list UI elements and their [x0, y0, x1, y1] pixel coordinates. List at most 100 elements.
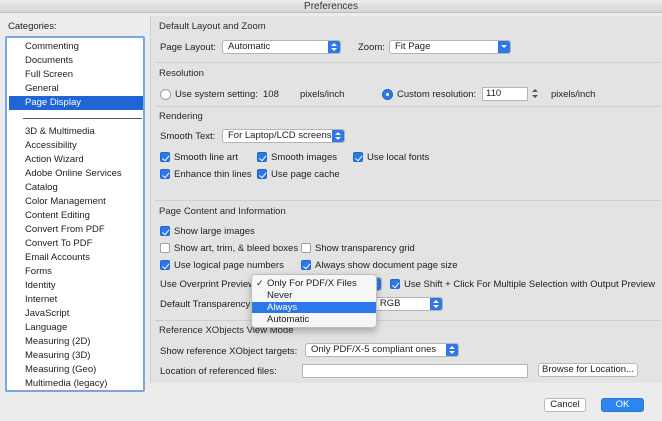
use-page-cache-checkbox[interactable]: [257, 169, 267, 179]
show-transparency-grid-label: Show transparency grid: [315, 243, 415, 254]
smooth-line-art-label: Smooth line art: [174, 152, 238, 163]
window-title-bar: Preferences: [0, 0, 662, 13]
system-resolution-unit: pixels/inch: [300, 89, 345, 100]
smooth-line-art-checkbox[interactable]: [160, 152, 170, 162]
system-resolution-value: 108: [263, 89, 279, 100]
menu-item-never[interactable]: Never: [252, 290, 376, 301]
show-art-trim-bleed-checkbox[interactable]: [160, 243, 170, 253]
use-logical-page-numbers-label: Use logical page numbers: [174, 260, 284, 271]
enhance-thin-lines-label: Enhance thin lines: [174, 169, 252, 180]
zoom-value: Fit Page: [395, 41, 431, 52]
chevron-updown-icon: [446, 344, 458, 356]
category-email-accounts[interactable]: Email Accounts: [9, 251, 143, 265]
custom-resolution-label: Custom resolution:: [397, 89, 477, 100]
menu-item-always[interactable]: Always: [252, 302, 376, 313]
custom-resolution-input[interactable]: 110: [482, 87, 528, 101]
system-setting-radio[interactable]: [160, 89, 171, 100]
category-adobe-online-services[interactable]: Adobe Online Services: [9, 167, 143, 181]
category-page-display[interactable]: Page Display: [9, 96, 143, 110]
smooth-images-label: Smooth images: [271, 152, 338, 163]
chevron-down-icon: [498, 41, 510, 53]
referenced-files-location-label: Location of referenced files:: [160, 366, 277, 377]
default-transparency-label: Default Transparency B: [160, 299, 260, 310]
use-local-fonts-checkbox[interactable]: [353, 152, 363, 162]
referenced-files-location-input[interactable]: [302, 364, 528, 378]
browse-location-button[interactable]: Browse for Location...: [538, 363, 638, 377]
menu-item-only-pdfx[interactable]: ✓ Only For PDF/X Files: [252, 278, 376, 289]
smooth-text-value: For Laptop/LCD screens: [228, 130, 332, 141]
xobject-targets-label: Show reference XObject targets:: [160, 346, 298, 357]
smooth-images-checkbox[interactable]: [257, 152, 267, 162]
use-local-fonts-label: Use local fonts: [367, 152, 430, 163]
enhance-thin-lines-checkbox[interactable]: [160, 169, 170, 179]
menu-item-automatic[interactable]: Automatic: [252, 314, 376, 325]
section-divider: [155, 320, 660, 321]
category-measuring-2d[interactable]: Measuring (2D): [9, 335, 143, 349]
resolution-stepper[interactable]: [531, 87, 540, 101]
section-divider: [155, 62, 660, 63]
category-convert-to-pdf[interactable]: Convert To PDF: [9, 237, 143, 251]
category-full-screen[interactable]: Full Screen: [9, 68, 143, 82]
cancel-button[interactable]: Cancel: [544, 398, 586, 412]
category-accessibility[interactable]: Accessibility: [9, 139, 143, 153]
categories-label: Categories:: [8, 21, 57, 32]
show-large-images-checkbox[interactable]: [160, 226, 170, 236]
category-action-wizard[interactable]: Action Wizard: [9, 153, 143, 167]
categories-list[interactable]: Commenting Documents Full Screen General…: [5, 36, 145, 392]
category-color-management[interactable]: Color Management: [9, 195, 143, 209]
chevron-updown-icon: [332, 130, 344, 142]
show-large-images-label: Show large images: [174, 226, 255, 237]
menu-item-label: Only For PDF/X Files: [267, 278, 357, 289]
page-layout-value: Automatic: [228, 41, 271, 52]
use-page-cache-label: Use page cache: [271, 169, 340, 180]
category-javascript[interactable]: JavaScript: [9, 307, 143, 321]
category-language[interactable]: Language: [9, 321, 143, 335]
custom-resolution-unit: pixels/inch: [551, 89, 596, 100]
category-documents[interactable]: Documents: [9, 54, 143, 68]
page-layout-label: Page Layout:: [160, 42, 216, 53]
section-divider: [155, 200, 660, 201]
category-measuring-geo[interactable]: Measuring (Geo): [9, 363, 143, 377]
category-separator: [23, 118, 142, 119]
custom-resolution-radio[interactable]: [382, 89, 393, 100]
show-art-trim-bleed-label: Show art, trim, & bleed boxes: [174, 243, 299, 254]
category-convert-from-pdf[interactable]: Convert From PDF: [9, 223, 143, 237]
layout-zoom-section-title: Default Layout and Zoom: [159, 21, 266, 32]
ok-button[interactable]: OK: [601, 398, 644, 412]
chevron-updown-icon: [430, 298, 442, 310]
always-show-page-size-checkbox[interactable]: [301, 260, 311, 270]
zoom-label: Zoom:: [358, 42, 385, 53]
overprint-preview-menu[interactable]: ✓ Only For PDF/X Files Never Always Auto…: [251, 274, 377, 328]
rendering-section-title: Rendering: [159, 111, 203, 122]
page-content-section-title: Page Content and Information: [159, 206, 286, 217]
show-transparency-grid-checkbox[interactable]: [301, 243, 311, 253]
use-logical-page-numbers-checkbox[interactable]: [160, 260, 170, 270]
xobject-targets-select[interactable]: Only PDF/X-5 compliant ones: [305, 343, 459, 357]
always-show-page-size-label: Always show document page size: [315, 260, 458, 271]
smooth-text-select[interactable]: For Laptop/LCD screens: [222, 129, 345, 143]
category-content-editing[interactable]: Content Editing: [9, 209, 143, 223]
xobject-targets-value: Only PDF/X-5 compliant ones: [311, 344, 437, 355]
category-measuring-3d[interactable]: Measuring (3D): [9, 349, 143, 363]
shift-click-selection-label: Use Shift + Click For Multiple Selection…: [404, 279, 656, 290]
category-commenting[interactable]: Commenting: [9, 40, 143, 54]
page-layout-select[interactable]: Automatic: [222, 40, 341, 54]
category-internet[interactable]: Internet: [9, 293, 143, 307]
zoom-select[interactable]: Fit Page: [389, 40, 511, 54]
resolution-section-title: Resolution: [159, 68, 204, 79]
system-setting-label: Use system setting:: [175, 89, 258, 100]
window-title: Preferences: [304, 1, 358, 12]
overprint-preview-label: Use Overprint Preview:: [160, 279, 258, 290]
section-divider: [155, 106, 660, 107]
transparency-blending-select[interactable]: g RGB: [366, 297, 443, 311]
smooth-text-label: Smooth Text:: [160, 131, 216, 142]
category-identity[interactable]: Identity: [9, 279, 143, 293]
checkmark-icon: ✓: [256, 278, 264, 288]
category-forms[interactable]: Forms: [9, 265, 143, 279]
chevron-updown-icon: [328, 41, 340, 53]
category-3d-multimedia[interactable]: 3D & Multimedia: [9, 125, 143, 139]
category-multimedia-legacy[interactable]: Multimedia (legacy): [9, 377, 143, 390]
shift-click-selection-checkbox[interactable]: [390, 279, 400, 289]
category-general[interactable]: General: [9, 82, 143, 96]
category-catalog[interactable]: Catalog: [9, 181, 143, 195]
